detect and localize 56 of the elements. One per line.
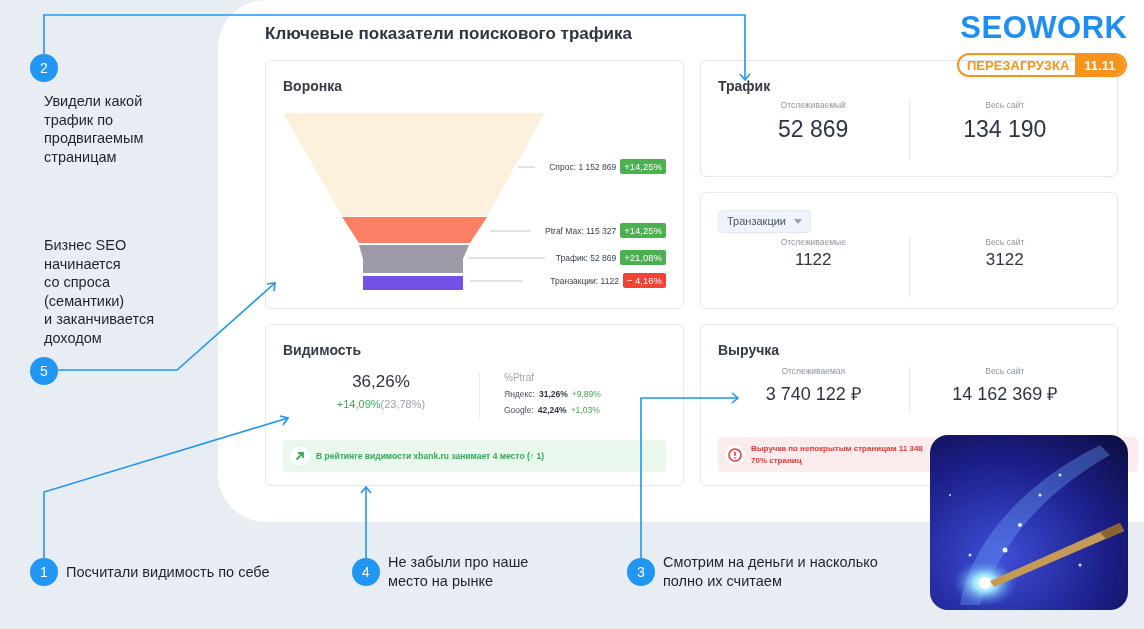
metric-label: Отслеживаемый [779, 100, 847, 110]
step-number: 3 [627, 557, 655, 586]
engine-label: Яндекс: [504, 389, 535, 399]
warning-icon [725, 444, 745, 465]
leader-line [517, 166, 536, 168]
caret-icon [794, 218, 802, 224]
engine-label: Google: [504, 405, 534, 415]
metric-dropdown[interactable]: Транзакции [718, 210, 811, 233]
rating-note: В рейтинге видимости xbank.ru занимает 4 место (↑ 1) [316, 451, 544, 461]
engine-value: 31,26% [538, 389, 568, 399]
step-number: 5 [30, 357, 58, 385]
previous-value: (23,78%) [380, 398, 426, 410]
metric-value: 3122 [984, 250, 1025, 270]
card-title: Воронка [283, 78, 343, 94]
engine-change: +9,89% [571, 389, 601, 399]
change-badge: +21,08% [620, 250, 666, 265]
step-number: 2 [30, 54, 58, 82]
page-title: Ключевые показатели поискового трафика [265, 24, 633, 44]
metric-value: 1122 [793, 250, 833, 270]
engine-change: +1,03% [570, 405, 600, 415]
card-title: Видимость [283, 342, 362, 358]
visibility-value: 36,26% [351, 372, 411, 392]
stage-label: Ptraf Max: 115 327 [545, 225, 617, 236]
leader-line [489, 230, 532, 232]
change-badge: − 4,16% [622, 273, 666, 288]
metric-value: 134 190 [962, 116, 1048, 143]
metric-value: 52 869 [777, 116, 850, 143]
stage-label: Транзакции: 1122 [550, 275, 619, 286]
metric-value: 3 740 122 ₽ [764, 383, 862, 405]
breakdown-title: %Ptraf [504, 372, 535, 383]
change-badge: +14,25% [620, 159, 666, 174]
metric-label: Весь сайт [984, 366, 1026, 376]
metric-label: Весь сайт [984, 237, 1026, 247]
callout-text: Смотрим на деньги и насколько полно их считаем [663, 553, 878, 590]
callout-text: Посчитали видимость по себе [66, 562, 270, 582]
step-number: 1 [30, 558, 58, 586]
warning-text: Выручка по непокрытым страницам 11 348 70% страниц [751, 442, 923, 467]
leader-line [469, 280, 524, 282]
logo-wordmark: SEOWORK [960, 10, 1128, 46]
stage-label: Спрос: 1 152 869 [549, 161, 617, 172]
metric-label: Отслеживаемые [779, 237, 847, 247]
callout-text: Увидели какой трафик по продвигаемым страницам [44, 92, 144, 166]
metric-value: 14 162 369 ₽ [951, 383, 1059, 405]
card-title: Трафик [718, 78, 772, 94]
metric-label: Отслеживаемая [780, 366, 847, 376]
stage-label: Трафик: 52 869 [555, 252, 617, 263]
badge-date: 11.11 [1075, 55, 1126, 75]
badge-label: ПЕРЕЗАГРУЗКА [966, 57, 1071, 75]
card-title: Выручка [718, 342, 781, 358]
callout-text: Бизнес SEO начинается со спроса (семантики) и заканчивается доходом [44, 236, 154, 347]
callout-text: Не забыли про наше место на рынке [388, 553, 529, 590]
visibility-change: +14,09% [336, 398, 381, 410]
metric-label: Весь сайт [984, 100, 1026, 110]
engine-value: 42,24% [537, 405, 567, 415]
step-number: 4 [352, 557, 380, 586]
change-badge: +14,25% [620, 223, 666, 238]
